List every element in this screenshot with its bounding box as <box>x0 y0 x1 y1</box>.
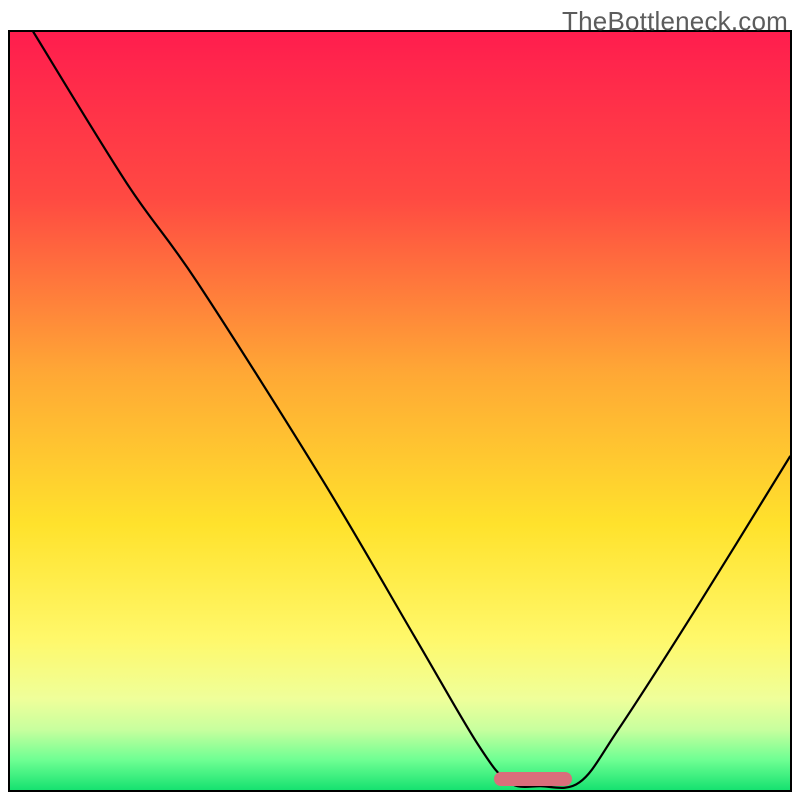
chart-plot-area <box>8 30 792 792</box>
watermark-text: TheBottleneck.com <box>562 6 788 37</box>
chart-frame: TheBottleneck.com <box>0 0 800 800</box>
optimal-range-marker <box>494 772 572 786</box>
chart-curve <box>10 32 790 790</box>
